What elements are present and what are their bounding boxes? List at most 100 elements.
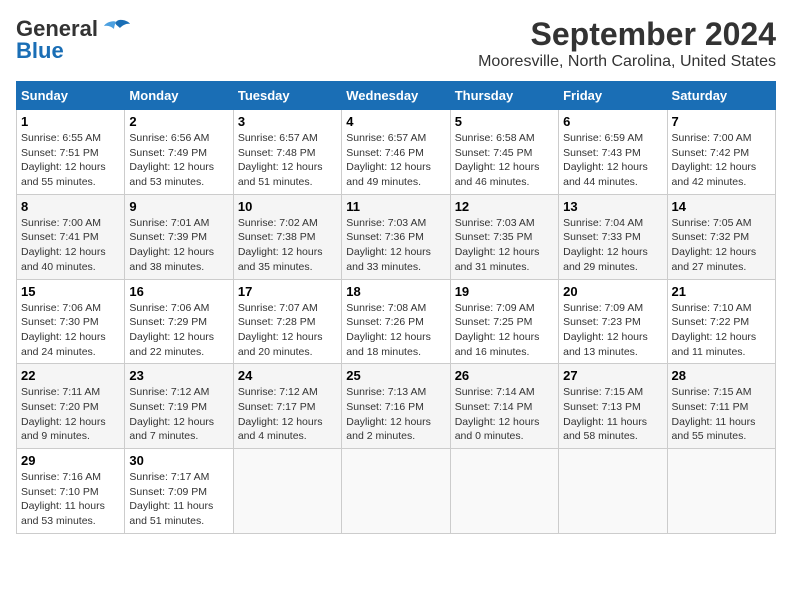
sunset-text: Sunset: 7:22 PM [672,316,750,328]
daylight-text: Daylight: 12 hours and 49 minutes. [346,161,431,188]
day-number: 12 [455,199,554,214]
day-info: Sunrise: 7:12 AMSunset: 7:17 PMDaylight:… [238,385,337,444]
daylight-text: Daylight: 12 hours and 35 minutes. [238,246,323,273]
sunrise-text: Sunrise: 7:09 AM [455,302,535,314]
day-info: Sunrise: 7:06 AM Sunset: 7:30 PM Daylight:… [21,301,120,360]
sunset-text: Sunset: 7:36 PM [346,231,424,243]
calendar-day-cell: 11Sunrise: 7:03 AMSunset: 7:36 PMDayligh… [342,194,450,279]
day-info: Sunrise: 6:56 AMSunset: 7:49 PMDaylight:… [129,131,228,190]
day-info: Sunrise: 6:58 AMSunset: 7:45 PMDaylight:… [455,131,554,190]
sunset-text: Sunset: 7:42 PM [672,147,750,159]
calendar-day-cell: 17Sunrise: 7:07 AMSunset: 7:28 PMDayligh… [233,279,341,364]
day-number: 28 [672,368,771,383]
day-number: 1 [21,114,120,129]
sunrise-text: Sunrise: 7:03 AM [346,217,426,229]
day-info: Sunrise: 7:17 AMSunset: 7:09 PMDaylight:… [129,470,228,529]
daylight-text: Daylight: 12 hours and 13 minutes. [563,331,648,358]
sunrise-text: Sunrise: 7:00 AM [672,132,752,144]
col-friday: Friday [559,82,667,110]
sunrise-text: Sunrise: 7:03 AM [455,217,535,229]
daylight-text: Daylight: 12 hours and 7 minutes. [129,416,214,443]
daylight-text: Daylight: 12 hours and 44 minutes. [563,161,648,188]
col-thursday: Thursday [450,82,558,110]
sunrise-text: Sunrise: 7:16 AM [21,471,101,483]
sunrise-text: Sunrise: 7:05 AM [672,217,752,229]
daylight-text: Daylight: 12 hours and 31 minutes. [455,246,540,273]
sunset-text: Sunset: 7:49 PM [129,147,207,159]
day-number: 17 [238,284,337,299]
daylight-text: Daylight: 12 hours and 29 minutes. [563,246,648,273]
calendar-day-cell: 14 Sunrise: 7:05 AMSunset: 7:32 PMDayligh… [667,194,775,279]
day-number: 25 [346,368,445,383]
logo: General Blue [16,16,130,64]
day-info: Sunrise: 7:10 AMSunset: 7:22 PMDaylight:… [672,301,771,360]
sunrise-text: Sunrise: 7:06 AM [21,302,101,314]
calendar-day-cell: 22 Sunrise: 7:11 AM Sunset: 7:20 PM Dayligh… [17,364,125,449]
daylight-text: Daylight: 12 hours and 18 minutes. [346,331,431,358]
sunrise-text: Sunrise: 7:11 AM [21,386,100,398]
daylight-text: Daylight: 12 hours and 51 minutes. [238,161,323,188]
daylight-text: Daylight: 12 hours and 9 minutes. [21,416,106,443]
daylight-text: Daylight: 12 hours and 55 minutes. [21,161,106,188]
daylight-text: Daylight: 12 hours and 46 minutes. [455,161,540,188]
calendar-day-cell: 6Sunrise: 6:59 AMSunset: 7:43 PMDaylight… [559,110,667,195]
daylight-text: Daylight: 12 hours and 4 minutes. [238,416,323,443]
col-tuesday: Tuesday [233,82,341,110]
calendar-day-cell: 27Sunrise: 7:15 AMSunset: 7:13 PMDayligh… [559,364,667,449]
sunrise-text: Sunrise: 6:57 AM [346,132,426,144]
sunset-text: Sunset: 7:48 PM [238,147,316,159]
calendar-day-cell: 18Sunrise: 7:08 AMSunset: 7:26 PMDayligh… [342,279,450,364]
sunrise-text: Sunrise: 6:59 AM [563,132,643,144]
day-number: 14 [672,199,771,214]
sunset-text: Sunset: 7:16 PM [346,401,424,413]
calendar-week-1: 1Sunrise: 6:55 AMSunset: 7:51 PMDaylight… [17,110,776,195]
sunrise-text: Sunrise: 7:02 AM [238,217,318,229]
calendar-day-cell: 5Sunrise: 6:58 AMSunset: 7:45 PMDaylight… [450,110,558,195]
sunset-text: Sunset: 7:17 PM [238,401,316,413]
sunrise-text: Sunrise: 7:17 AM [129,471,209,483]
sunset-text: Sunset: 7:25 PM [455,316,533,328]
day-info: Sunrise: 6:57 AM Sunset: 7:48 PM Daylight:… [238,131,337,190]
day-info: Sunrise: 7:00 AMSunset: 7:42 PMDaylight:… [672,131,771,190]
calendar-day-cell: 13Sunrise: 7:04 AMSunset: 7:33 PMDayligh… [559,194,667,279]
day-info: Sunrise: 6:57 AMSunset: 7:46 PMDaylight:… [346,131,445,190]
title-block: September 2024 Mooresville, North Caroli… [478,16,776,71]
daylight-text: Daylight: 12 hours and 38 minutes. [129,246,214,273]
logo-bird-icon [102,18,130,40]
sunrise-text: Sunrise: 7:08 AM [346,302,426,314]
daylight-text: Daylight: 12 hours and 40 minutes. [21,246,106,273]
day-number: 16 [129,284,228,299]
day-number: 27 [563,368,662,383]
col-sunday: Sunday [17,82,125,110]
calendar-day-cell [233,449,341,534]
day-number: 15 [21,284,120,299]
calendar-day-cell: 10Sunrise: 7:02 AMSunset: 7:38 PMDayligh… [233,194,341,279]
daylight-text: Daylight: 11 hours and 58 minutes. [563,416,647,443]
sunrise-text: Sunrise: 6:57 AM [238,132,318,144]
day-number: 13 [563,199,662,214]
sunset-text: Sunset: 7:20 PM [21,401,99,413]
sunset-text: Sunset: 7:30 PM [21,316,99,328]
day-info: Sunrise: 7:05 AMSunset: 7:32 PMDaylight:… [672,216,771,275]
calendar-day-cell: 25Sunrise: 7:13 AMSunset: 7:16 PMDayligh… [342,364,450,449]
calendar-day-cell: 29Sunrise: 7:16 AMSunset: 7:10 PMDayligh… [17,449,125,534]
day-info: Sunrise: 7:00 AMSunset: 7:41 PMDaylight:… [21,216,120,275]
daylight-text: Daylight: 12 hours and 33 minutes. [346,246,431,273]
calendar-week-2: 8Sunrise: 7:00 AMSunset: 7:41 PMDaylight… [17,194,776,279]
day-info: Sunrise: 7:09 AMSunset: 7:23 PMDaylight:… [563,301,662,360]
calendar-day-cell: 12Sunrise: 7:03 AMSunset: 7:35 PMDayligh… [450,194,558,279]
calendar-day-cell: 24Sunrise: 7:12 AMSunset: 7:17 PMDayligh… [233,364,341,449]
sunset-text: Sunset: 7:41 PM [21,231,99,243]
day-number: 30 [129,453,228,468]
calendar-day-cell: 3Sunrise: 6:57 AMSunset: 7:48 PMDaylight… [233,110,341,195]
day-info: Sunrise: 7:01 AMSunset: 7:39 PMDaylight:… [129,216,228,275]
calendar-day-cell [559,449,667,534]
calendar-day-cell: 30 Sunrise: 7:17 AMSunset: 7:09 PMDayligh… [125,449,233,534]
calendar-day-cell: 9Sunrise: 7:01 AMSunset: 7:39 PMDaylight… [125,194,233,279]
day-number: 22 [21,368,120,383]
sunset-text: Sunset: 7:13 PM [563,401,641,413]
sunrise-text: Sunrise: 7:07 AM [238,302,318,314]
sunrise-text: Sunrise: 7:12 AM [129,386,209,398]
day-info: Sunrise: 6:59 AMSunset: 7:43 PMDaylight:… [563,131,662,190]
daylight-text: Daylight: 12 hours and 24 minutes. [21,331,106,358]
